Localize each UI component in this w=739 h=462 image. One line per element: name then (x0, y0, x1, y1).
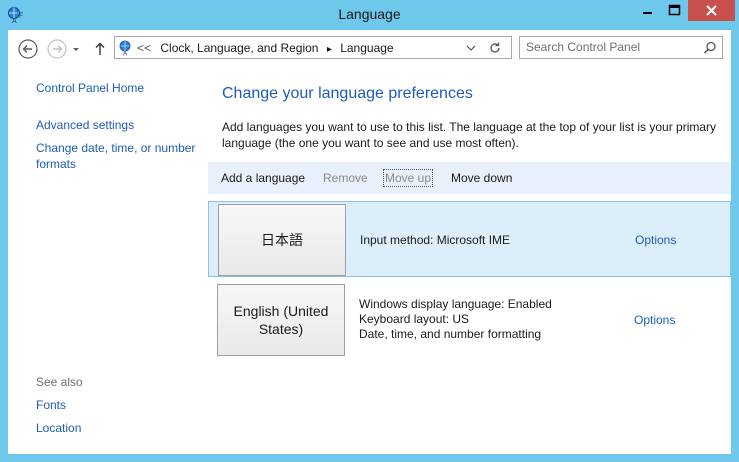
move-up-button[interactable]: Move up (382, 169, 434, 187)
options-link-english[interactable]: Options (634, 313, 675, 327)
advanced-settings-link[interactable]: Advanced settings (36, 118, 134, 132)
recent-pages-button[interactable] (70, 38, 82, 60)
search-input[interactable] (526, 39, 696, 55)
language-toolbar: Add a language Remove Move up Move down (208, 162, 731, 194)
description-line1: Add languages you want to use to this li… (222, 120, 717, 134)
language-name-line2: States) (258, 321, 304, 337)
up-button[interactable] (92, 38, 108, 60)
language-name: 日本語 (261, 232, 303, 248)
refresh-icon[interactable] (488, 41, 502, 55)
language-details: Windows display language: Enabled Keyboa… (359, 297, 552, 342)
close-button[interactable] (688, 0, 735, 21)
maximize-button[interactable] (661, 0, 688, 21)
location-link[interactable]: Location (36, 421, 81, 435)
change-date-time-link[interactable]: Change date, time, or number formats (36, 140, 195, 172)
svg-text:A: A (123, 52, 127, 57)
move-down-button[interactable]: Move down (451, 171, 512, 185)
window-content: A << Clock, Language, and Region ▸ Langu… (8, 30, 731, 454)
breadcrumb-clock-language-region[interactable]: Clock, Language, and Region (160, 41, 318, 55)
page-title: Change your language preferences (222, 85, 473, 102)
location-icon: A (119, 40, 131, 57)
forward-button[interactable] (46, 38, 68, 60)
keyboard-layout-detail: Keyboard layout: US (359, 312, 470, 326)
input-method-detail: Input method: Microsoft IME (360, 233, 511, 247)
search-icon[interactable] (703, 41, 717, 55)
change-date-time-line2[interactable]: formats (36, 156, 195, 172)
page-description: Add languages you want to use to this li… (222, 119, 722, 151)
display-language-detail: Windows display language: Enabled (359, 297, 552, 311)
window-frame: A 字 Language A << Clock, Language, and R… (0, 0, 739, 462)
maximize-icon (668, 4, 681, 16)
recent-dropdown-icon (73, 48, 79, 51)
back-button[interactable] (17, 38, 39, 60)
language-details: Input method: Microsoft IME (360, 233, 510, 248)
language-row-japanese[interactable]: 日本語 Input method: Microsoft IME Options (208, 201, 731, 277)
breadcrumb-separator[interactable]: ▸ (327, 44, 332, 55)
language-row-english[interactable]: English (United States) Windows display … (208, 282, 731, 358)
fonts-link[interactable]: Fonts (36, 398, 66, 412)
add-language-button[interactable]: Add a language (221, 171, 305, 185)
formatting-detail: Date, time, and number formatting (359, 327, 542, 341)
window-title: Language (338, 6, 401, 22)
title-bar[interactable]: A 字 Language (0, 0, 739, 30)
search-box[interactable] (519, 36, 723, 59)
breadcrumb-language[interactable]: Language (340, 41, 393, 55)
options-link-japanese[interactable]: Options (635, 233, 676, 247)
remove-button[interactable]: Remove (323, 171, 368, 185)
breadcrumb-overflow[interactable]: << (137, 41, 151, 55)
language-tile-english[interactable]: English (United States) (217, 284, 345, 356)
control-panel-home-link[interactable]: Control Panel Home (36, 81, 144, 95)
minimize-button[interactable] (634, 0, 661, 21)
forward-icon (47, 39, 67, 59)
language-tile-japanese[interactable]: 日本語 (218, 204, 346, 276)
breadcrumb: << Clock, Language, and Region ▸ Languag… (137, 41, 394, 55)
language-name-line1: English (United (233, 303, 329, 319)
description-line2: language (the one you want to see and us… (222, 136, 519, 150)
back-icon (18, 39, 38, 59)
minimize-icon (643, 12, 652, 14)
change-date-time-line1[interactable]: Change date, time, or number (36, 140, 195, 156)
see-also-heading: See also (36, 375, 83, 389)
address-toolbar: A << Clock, Language, and Region ▸ Langu… (8, 30, 731, 66)
address-dropdown-icon[interactable] (466, 43, 476, 53)
address-bar[interactable]: A << Clock, Language, and Region ▸ Langu… (114, 36, 512, 59)
close-icon (706, 5, 717, 16)
up-icon (95, 42, 105, 55)
